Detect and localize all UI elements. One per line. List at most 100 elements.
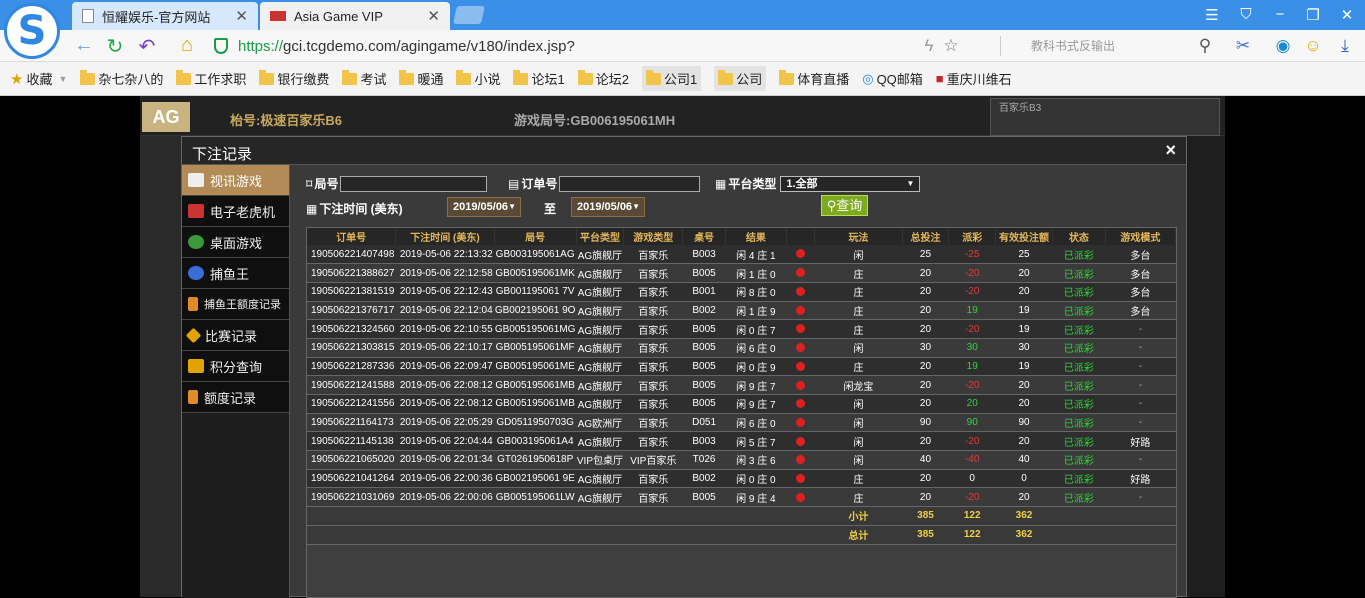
bookmark-item[interactable]: 小说 bbox=[456, 69, 500, 88]
table-row[interactable]: 190506221407498 2019-05-06 22:13:32 GB0031… bbox=[307, 245, 1176, 265]
table-row[interactable]: 190506221241588 2019-05-06 22:08:12 GB0051… bbox=[307, 375, 1176, 395]
url-field[interactable]: https://gci.tcgdemo.com/agingame/v180/in… bbox=[214, 34, 994, 58]
lightning-icon[interactable]: ϟ bbox=[918, 36, 940, 56]
table-cell: 2019-05-06 22:01:34 bbox=[395, 450, 495, 470]
folder-icon bbox=[779, 69, 795, 85]
total-cell: 362 bbox=[995, 506, 1053, 526]
table-cell: AG旗舰厅 bbox=[576, 487, 624, 508]
back-icon[interactable]: ← bbox=[72, 34, 96, 57]
table-cell: T026 bbox=[682, 450, 726, 470]
search-icon[interactable]: ⚲ bbox=[1194, 36, 1216, 56]
menu-item-slots[interactable]: 电子老虎机 bbox=[182, 196, 289, 227]
table-row[interactable]: 190506221164173 2019-05-06 22:05:29 GD0511… bbox=[307, 413, 1176, 433]
tools-icon[interactable]: ✂ bbox=[1232, 36, 1254, 56]
table-row[interactable]: 190506221031069 2019-05-06 22:00:06 GB0051… bbox=[307, 487, 1176, 508]
replay-icon[interactable] bbox=[796, 343, 806, 353]
menu-icon[interactable]: ☰ bbox=[1202, 6, 1222, 24]
side-table-preview[interactable]: 百家乐B3 bbox=[990, 98, 1220, 136]
table-row[interactable]: 190506221376717 2019-05-06 22:12:04 GB0021… bbox=[307, 301, 1176, 321]
modal-header: 下注记录 × bbox=[182, 137, 1186, 165]
round-input[interactable] bbox=[340, 175, 488, 192]
replay-icon[interactable] bbox=[796, 324, 806, 334]
table-row[interactable]: 190506221145138 2019-05-06 22:04:44 GB0031… bbox=[307, 431, 1176, 452]
menu-item-credit[interactable]: 额度记录 bbox=[182, 382, 289, 413]
replay-icon[interactable] bbox=[796, 455, 806, 465]
close-button[interactable]: × bbox=[1165, 140, 1176, 161]
table-row[interactable]: 190506221287336 2019-05-06 22:09:47 GB0051… bbox=[307, 357, 1176, 377]
menu-item-points[interactable]: 积分查询 bbox=[182, 351, 289, 382]
replay-cell bbox=[786, 487, 815, 508]
replay-icon[interactable] bbox=[796, 305, 806, 315]
undo-icon[interactable]: ↶ bbox=[135, 34, 159, 59]
close-window-icon[interactable]: ✕ bbox=[1337, 6, 1357, 24]
bookmark-label: 杂七杂八的 bbox=[98, 72, 164, 87]
replay-cell bbox=[786, 319, 815, 339]
menu-item-table-games[interactable]: 桌面游戏 bbox=[182, 227, 289, 258]
table-cell: B005 bbox=[682, 487, 726, 508]
round-filter: ⌑ 局号 bbox=[306, 175, 488, 192]
bookmark-item[interactable]: 体育直播 bbox=[779, 69, 849, 88]
extension-icon[interactable]: ◉ bbox=[1272, 36, 1294, 56]
table-cell: GB002195061 9O bbox=[494, 301, 577, 321]
tab-asia-game[interactable]: Asia Game VIP ✕ bbox=[260, 2, 450, 30]
table-cell: 已派彩 bbox=[1052, 487, 1106, 508]
column-header: 游戏模式 bbox=[1105, 228, 1177, 245]
bookmark-item[interactable]: ■ 重庆川维石 bbox=[936, 69, 1012, 88]
platform-select[interactable]: 1.全部 ▼ bbox=[780, 175, 921, 192]
replay-icon[interactable] bbox=[796, 287, 806, 297]
replay-icon[interactable] bbox=[796, 473, 806, 483]
new-tab-button[interactable] bbox=[453, 6, 485, 24]
bookmark-item[interactable]: ◎ QQ邮箱 bbox=[862, 69, 923, 88]
bookmark-item[interactable]: 论坛2 bbox=[577, 69, 629, 88]
replay-icon[interactable] bbox=[796, 436, 806, 446]
table-cell: GB005195061MF bbox=[494, 338, 577, 358]
replay-icon[interactable] bbox=[796, 249, 806, 259]
menu-item-fishing-credit[interactable]: 捕鱼王额度记录 bbox=[182, 289, 289, 320]
search-input[interactable]: 教科书式反输出 bbox=[1000, 36, 1210, 56]
date-to-select[interactable]: 2019/05/06 ▼ bbox=[571, 197, 645, 217]
query-button[interactable]: ⚲查询 bbox=[821, 195, 868, 216]
bookmark-item[interactable]: 工作求职 bbox=[176, 69, 246, 88]
date-from-select[interactable]: 2019/05/06 ▼ bbox=[447, 197, 521, 217]
favorite-star-icon[interactable]: ☆ bbox=[940, 36, 962, 56]
order-input[interactable] bbox=[559, 175, 701, 192]
bookmark-item[interactable]: 考试 bbox=[342, 69, 386, 88]
replay-icon[interactable] bbox=[796, 417, 806, 427]
close-icon[interactable]: ✕ bbox=[427, 7, 440, 25]
skin-icon[interactable]: ⛉ bbox=[1236, 6, 1256, 23]
minimize-icon[interactable]: − bbox=[1270, 6, 1290, 23]
home-icon[interactable]: ⌂ bbox=[175, 34, 199, 57]
folder-icon bbox=[577, 69, 593, 85]
download-icon[interactable]: ⤓ bbox=[1334, 36, 1356, 56]
replay-cell bbox=[786, 263, 815, 283]
replay-icon[interactable] bbox=[796, 492, 806, 502]
bookmark-item[interactable]: 银行缴费 bbox=[259, 69, 329, 88]
bookmark-item[interactable]: 公司1 bbox=[641, 66, 702, 91]
table-row[interactable]: 190506221381519 2019-05-06 22:12:43 GB0011… bbox=[307, 282, 1176, 302]
table-row[interactable]: 190506221041264 2019-05-06 22:00:36 GB0021… bbox=[307, 469, 1176, 489]
replay-icon[interactable] bbox=[796, 361, 806, 371]
bookmark-item[interactable]: 论坛1 bbox=[513, 69, 565, 88]
bookmark-item[interactable]: 公司 bbox=[714, 66, 767, 91]
refresh-icon[interactable]: ↻ bbox=[103, 34, 127, 59]
replay-icon[interactable] bbox=[796, 380, 806, 390]
replay-icon[interactable] bbox=[796, 399, 806, 409]
table-row[interactable]: 190506221324560 2019-05-06 22:10:55 GB0051… bbox=[307, 319, 1176, 339]
bookmark-favorites[interactable]: ★ 收藏 ▼ bbox=[10, 69, 67, 88]
menu-item-live-games[interactable]: 视讯游戏 bbox=[182, 165, 289, 196]
table-row[interactable]: 190506221241556 2019-05-06 22:08:12 GB0051… bbox=[307, 394, 1176, 414]
table-row[interactable]: 190506221303815 2019-05-06 22:10:17 GB0051… bbox=[307, 338, 1176, 358]
table-cell: 2019-05-06 22:08:12 bbox=[395, 394, 495, 414]
bookmark-item[interactable]: 杂七杂八的 bbox=[80, 69, 163, 88]
close-icon[interactable]: ✕ bbox=[235, 7, 248, 25]
restore-icon[interactable]: ❐ bbox=[1303, 6, 1323, 24]
table-cell: AG旗舰厅 bbox=[576, 263, 624, 283]
bookmark-item[interactable]: 暖通 bbox=[399, 69, 443, 88]
table-row[interactable]: 190506221065020 2019-05-06 22:01:34 GT0261… bbox=[307, 450, 1176, 470]
table-row[interactable]: 190506221388627 2019-05-06 22:12:58 GB0051… bbox=[307, 263, 1176, 283]
menu-item-matches[interactable]: 比赛记录 bbox=[182, 320, 289, 351]
tab-hengyao[interactable]: 恒耀娱乐-官方网站 ✕ bbox=[72, 2, 258, 30]
menu-item-fishing[interactable]: 捕鱼王 bbox=[182, 258, 289, 289]
more-icon[interactable]: ☺ bbox=[1302, 36, 1324, 56]
replay-icon[interactable] bbox=[796, 268, 806, 278]
